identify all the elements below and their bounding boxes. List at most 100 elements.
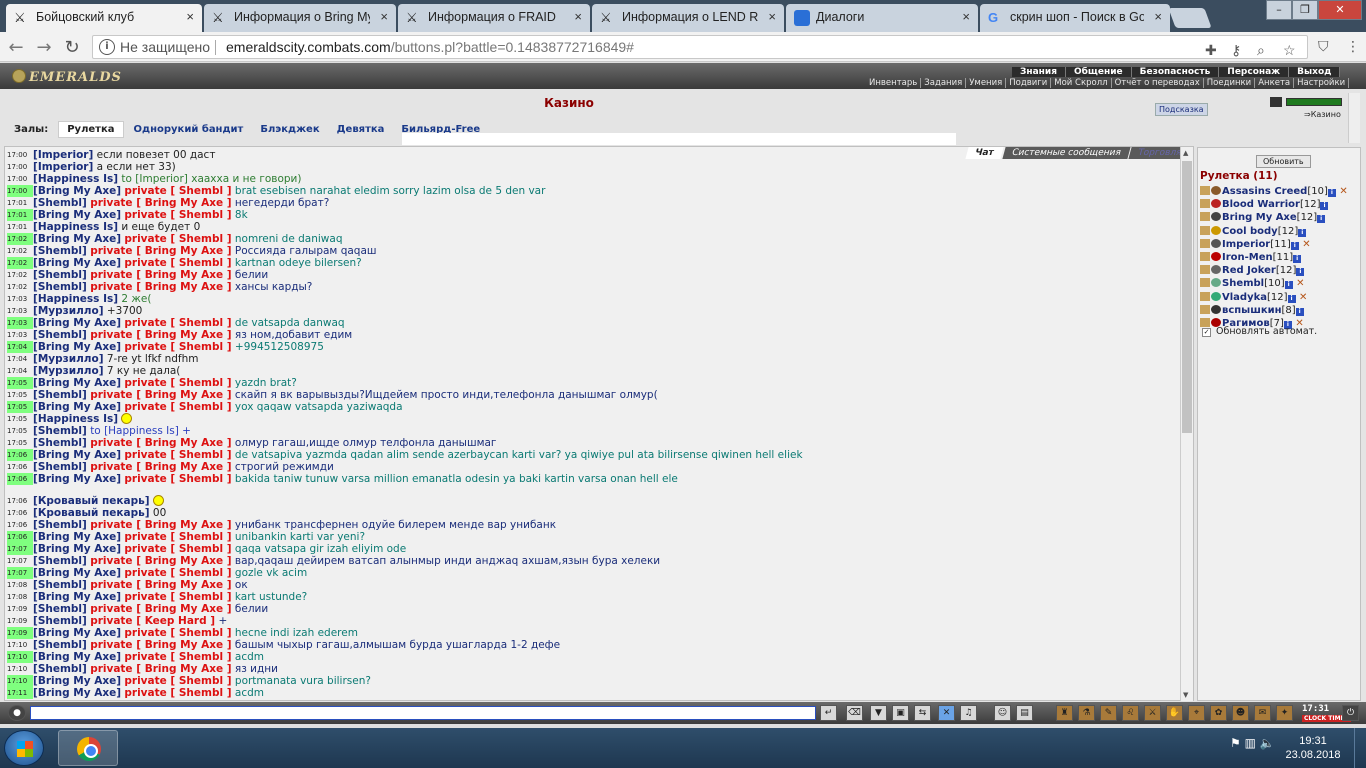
chat-time[interactable]: 17:09 [7,627,33,639]
private-tag[interactable]: private [ Shembl ] [124,473,231,485]
chat-time[interactable]: 17:01 [7,221,33,233]
chat-time[interactable]: 17:03 [7,305,33,317]
chat-nick[interactable]: [Bring My Axe] [33,543,121,555]
user-list-item[interactable]: вспышкин[8] i [1200,304,1360,317]
chat-nick[interactable]: [Bring My Axe] [33,257,121,269]
user-info-icon[interactable]: i [1317,215,1326,224]
hall-nine[interactable]: Девятка [337,124,385,135]
insecure-label[interactable]: Не защищено [120,36,210,58]
user-name[interactable]: Cool body [1222,226,1278,237]
nav-knowledge[interactable]: Знания [1012,67,1066,77]
private-chat-icon[interactable] [1200,265,1210,275]
chat-time[interactable]: 17:08 [7,591,33,603]
private-tag[interactable]: private [ Bring My Axe ] [90,281,231,293]
chat-time[interactable]: 17:10 [7,651,33,663]
private-tag[interactable]: private [ Bring My Axe ] [90,519,231,531]
chat-time[interactable]: 17:00 [7,185,33,197]
chat-time[interactable]: 17:06 [7,495,33,507]
chat-time[interactable]: 17:05 [7,437,33,449]
send-icon[interactable]: ↵ [820,705,837,721]
chat-time[interactable]: 17:05 [7,377,33,389]
chat-nick[interactable]: [Мурзилло] [33,365,104,377]
mail-icon[interactable]: ✉ [1254,705,1271,721]
image-icon[interactable]: ▤ [1016,705,1033,721]
chat-nick[interactable]: [Bring My Axe] [33,317,121,329]
chat-time[interactable]: 17:08 [7,579,33,591]
subnav-inventory[interactable]: Инвентарь [866,78,922,88]
chat-nick[interactable]: [Shembl] [33,519,87,531]
chat-time[interactable]: 17:05 [7,425,33,437]
chat-time[interactable]: 17:05 [7,401,33,413]
chat-time[interactable]: 17:06 [7,473,33,485]
user-name[interactable]: Vladyka [1222,292,1267,303]
user-name[interactable]: Imperior [1222,239,1270,250]
tab-system-messages[interactable]: Системные сообщения [1001,147,1130,159]
chat-time[interactable]: 17:10 [7,663,33,675]
close-icon[interactable]: × [768,9,776,24]
private-tag[interactable]: private [ Shembl ] [124,233,231,245]
private-tag[interactable]: private [ Bring My Axe ] [90,269,231,281]
private-tag[interactable]: private [ Shembl ] [124,687,231,699]
private-tag[interactable]: private [ Bring My Axe ] [90,245,231,257]
private-tag[interactable]: private [ Keep Hard ] [90,615,215,627]
chat-nick[interactable]: [Bring My Axe] [33,651,121,663]
chat-nick[interactable]: [Bring My Axe] [33,473,121,485]
nav-character[interactable]: Персонаж [1219,67,1290,77]
clan-badge-icon[interactable] [1211,278,1221,288]
user-info-icon[interactable]: i [1298,228,1307,237]
chat-nick[interactable]: [Bring My Axe] [33,377,121,389]
attack-icon[interactable]: ✕ [1299,239,1310,250]
user-list-item[interactable]: Red Joker[12] i [1200,264,1360,277]
private-tag[interactable]: private [ Shembl ] [124,591,231,603]
chat-time[interactable]: 17:09 [7,615,33,627]
tab-chat[interactable]: Чат [965,147,1004,159]
subnav-settings[interactable]: Настройки [1294,78,1350,88]
scroll-up-icon[interactable]: ▲ [1183,149,1188,157]
clan-badge-icon[interactable] [1211,212,1221,222]
chat-nick[interactable]: [Shembl] [33,269,87,281]
chat-time[interactable]: 17:04 [7,365,33,377]
private-chat-icon[interactable] [1200,199,1210,209]
user-name[interactable]: Bring My Axe [1222,212,1297,223]
close-icon[interactable]: × [380,9,388,24]
nav-exit[interactable]: Выход [1289,67,1341,77]
chat-nick[interactable]: [Shembl] [33,579,87,591]
chat-nick[interactable]: [Shembl] [33,639,87,651]
clan-badge-icon[interactable] [1211,186,1221,195]
tab-fight-club[interactable]: ⚔ Бойцовский клуб × [6,4,202,32]
chat-nick[interactable]: [Shembl] [33,615,87,627]
chat-nick[interactable]: [Shembl] [33,245,87,257]
hint-button[interactable]: Подсказка [1155,103,1208,116]
chat-scrollbar[interactable]: ▲ ▼ [1180,147,1193,701]
mute-icon[interactable]: ✕ [938,705,955,721]
private-chat-icon[interactable] [1200,251,1210,261]
close-icon[interactable]: × [574,9,582,24]
gift-icon[interactable]: ✦ [1276,705,1293,721]
scroll-thumb[interactable] [1182,161,1192,433]
new-tab-button[interactable] [1168,8,1212,28]
user-info-icon[interactable]: i [1296,268,1305,277]
close-window-button[interactable]: ✕ [1318,0,1362,20]
private-tag[interactable]: private [ Bring My Axe ] [90,389,231,401]
private-tag[interactable]: private [ Shembl ] [124,651,231,663]
chat-time[interactable]: 17:07 [7,543,33,555]
chat-nick[interactable]: [Happiness Is] [33,413,118,425]
user-info-icon[interactable]: i [1295,307,1304,316]
tray-flag-icon[interactable]: ⚑ [1230,736,1241,750]
chat-time[interactable]: 17:05 [7,389,33,401]
private-tag[interactable]: private [ Shembl ] [124,209,231,221]
user-name[interactable]: Iron-Men [1222,252,1273,263]
private-tag[interactable]: private [ Shembl ] [124,675,231,687]
chat-time[interactable]: 17:04 [7,353,33,365]
subnav-battles[interactable]: Поединки [1204,78,1256,88]
lion-icon[interactable]: ♌ [1122,705,1139,721]
scroll-down-icon[interactable]: ▼ [1183,691,1188,699]
user-list-item[interactable]: Assasins Creed[10] i ✕ [1200,185,1360,198]
subnav-achievements[interactable]: Подвиги [1006,78,1052,88]
chat-time[interactable]: 17:00 [7,149,33,161]
user-list-item[interactable]: Imperior[11] i ✕ [1200,238,1360,251]
attack-icon[interactable]: ✕ [1296,292,1307,303]
chat-time[interactable]: 17:06 [7,449,33,461]
chat-nick[interactable]: [Shembl] [33,663,87,675]
show-desktop-button[interactable] [1354,728,1366,768]
